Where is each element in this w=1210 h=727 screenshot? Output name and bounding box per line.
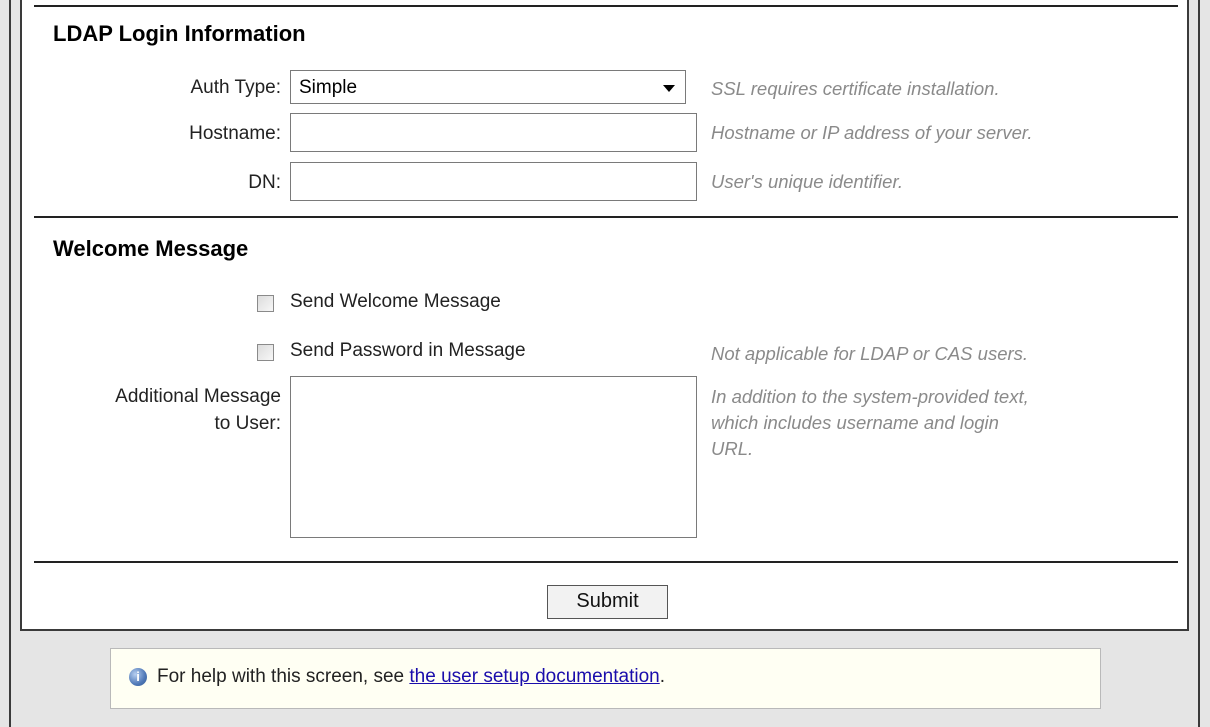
send-welcome-checkbox[interactable] — [257, 295, 274, 312]
divider-bottom — [34, 561, 1178, 563]
help-suffix: . — [659, 666, 666, 687]
ldap-section-title: LDAP Login Information — [53, 21, 306, 46]
additional-message-hint-line2: which includes username and login — [711, 412, 999, 433]
divider-middle — [34, 216, 1178, 218]
additional-message-textarea[interactable] — [290, 376, 697, 538]
help-info-icon: i — [129, 668, 147, 686]
help-text: For help with this screen, see the user … — [157, 666, 665, 688]
welcome-section-title: Welcome Message — [53, 236, 249, 261]
send-welcome-label[interactable]: Send Welcome Message — [290, 291, 501, 313]
submit-button[interactable]: Submit — [547, 585, 668, 619]
page-border-left — [9, 0, 11, 727]
additional-message-label-line1: Additional Message — [115, 386, 281, 407]
hostname-label: Hostname: — [189, 123, 281, 144]
hostname-hint: Hostname or IP address of your server. — [711, 122, 1033, 143]
page-border-right — [1198, 0, 1200, 727]
auth-type-label: Auth Type: — [190, 77, 282, 98]
user-setup-form: LDAP Login Information Auth Type: Simple… — [20, 0, 1189, 631]
chevron-down-icon — [663, 85, 675, 92]
help-prefix: For help with this screen, see — [157, 666, 410, 687]
dn-input[interactable] — [290, 162, 697, 201]
additional-message-label-line2: to User: — [214, 413, 281, 434]
divider-top — [34, 5, 1178, 7]
additional-message-hint-line1: In addition to the system-provided text, — [711, 386, 1029, 407]
auth-type-hint: SSL requires certificate installation. — [711, 78, 1000, 99]
dn-label: DN: — [248, 172, 281, 193]
help-box: i For help with this screen, see the use… — [110, 648, 1101, 709]
dn-hint: User's unique identifier. — [711, 171, 904, 192]
send-password-hint: Not applicable for LDAP or CAS users. — [711, 343, 1029, 364]
user-setup-documentation-link[interactable]: the user setup documentation — [409, 666, 659, 687]
send-password-checkbox[interactable] — [257, 344, 274, 361]
auth-type-select[interactable]: Simple — [290, 70, 686, 104]
send-password-label[interactable]: Send Password in Message — [290, 340, 526, 362]
auth-type-value: Simple — [299, 77, 358, 98]
additional-message-hint-line3: URL. — [711, 438, 754, 459]
hostname-input[interactable] — [290, 113, 697, 152]
